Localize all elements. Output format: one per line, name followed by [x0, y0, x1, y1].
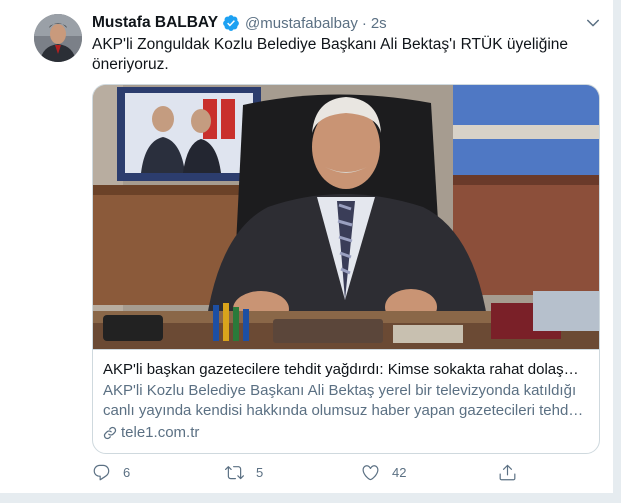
card-description-line-1: AKP'li Kozlu Belediye Başkanı Ali Bektaş… [103, 382, 577, 399]
link-icon [103, 426, 117, 440]
tweet-text: AKP'li Zonguldak Kozlu Belediye Başkanı … [92, 35, 572, 75]
reply-count: 6 [123, 464, 131, 480]
timestamp[interactable]: 2s [371, 15, 387, 32]
reply-button[interactable]: 6 [92, 460, 130, 484]
like-button[interactable]: 42 [361, 460, 406, 484]
bottom-divider [0, 493, 621, 503]
tweet-text-line-2: öneriyoruz. [92, 56, 169, 73]
share-icon [499, 464, 516, 480]
reply-icon [93, 464, 110, 480]
like-icon [362, 464, 379, 480]
card-image[interactable] [93, 85, 599, 349]
link-card[interactable]: AKP'li başkan gazetecilere tehdit yağdır… [92, 84, 600, 454]
card-domain: tele1.com.tr [103, 423, 199, 443]
tweet-actions: 6 5 42 [92, 460, 522, 484]
tweet-header: Mustafa BALBAY @mustafabalbay · 2s [92, 12, 387, 34]
separator-dot: · [361, 14, 367, 32]
scrollbar-track [613, 0, 621, 503]
card-description-line-2: canlı yayında kendisi hakkında olumsuz h… [103, 402, 584, 419]
share-button[interactable] [498, 460, 529, 484]
card-title: AKP'li başkan gazetecilere tehdit yağdır… [103, 361, 579, 378]
card-info[interactable]: AKP'li başkan gazetecilere tehdit yağdır… [93, 349, 599, 453]
verified-badge-icon [222, 14, 240, 32]
tweet: Mustafa BALBAY @mustafabalbay · 2s AKP'l… [0, 0, 613, 493]
retweet-icon [225, 465, 244, 479]
avatar[interactable] [34, 14, 82, 62]
card-description: AKP'li Kozlu Belediye Başkanı Ali Bektaş… [103, 381, 589, 421]
retweet-button[interactable]: 5 [225, 460, 263, 484]
card-domain-text: tele1.com.tr [121, 424, 200, 441]
like-count: 42 [392, 464, 407, 480]
tweet-text-line-1: AKP'li Zonguldak Kozlu Belediye Başkanı … [92, 36, 569, 53]
handle[interactable]: @mustafabalbay [245, 15, 358, 32]
chevron-down-icon[interactable] [584, 14, 602, 32]
display-name[interactable]: Mustafa BALBAY [92, 14, 218, 32]
retweet-count: 5 [256, 464, 264, 480]
